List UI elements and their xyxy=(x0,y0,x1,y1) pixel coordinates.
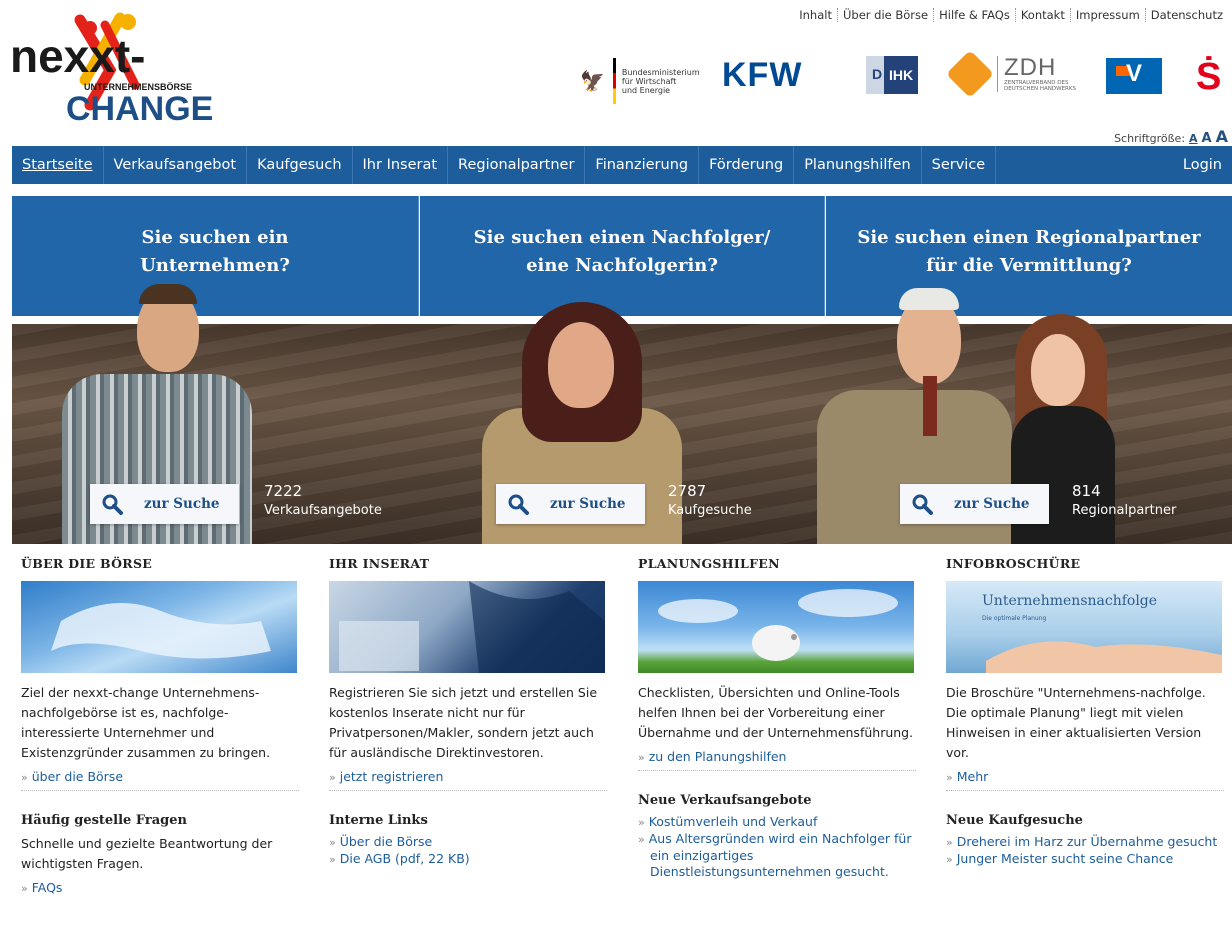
nav-item-planungshilfen[interactable]: Planungshilfen xyxy=(794,146,922,184)
link-junger-meister[interactable]: » Junger Meister sucht seine Chance xyxy=(946,851,1224,868)
sparkasse-logo[interactable]: Ṡ xyxy=(1196,56,1221,99)
link-faqs[interactable]: » FAQs xyxy=(21,880,299,897)
count-regionalpartner: 814 Regionalpartner xyxy=(1072,482,1177,518)
subsection-title: Neue Verkaufsangebote xyxy=(638,793,812,808)
logo-text-change: CHANGE xyxy=(66,90,213,125)
top-link-hilfe-faqs[interactable]: Hilfe & FAQs xyxy=(933,8,1015,22)
subsection-title: Häufig gestelle Fragen xyxy=(21,813,187,828)
link-altersgruende[interactable]: » Aus Altersgründen wird ein Nachfolger … xyxy=(638,831,916,880)
column-infobroschuere: INFOBROSCHÜRE Unternehmensnachfolge Die … xyxy=(946,556,1224,868)
nexxt-change-logo[interactable]: nexxt- UNTERNEHMENSBÖRSE CHANGE xyxy=(10,10,240,128)
logo-text-nexxt: nexxt- xyxy=(10,30,145,82)
count-kaufgesuche: 2787 Kaufgesuche xyxy=(668,482,752,518)
font-size-label: Schriftgröße: xyxy=(1114,132,1186,145)
eagle-icon: 🦅 xyxy=(580,69,605,93)
subsection-title: Neue Kaufgesuche xyxy=(946,813,1083,828)
nav-item-regionalpartner[interactable]: Regionalpartner xyxy=(448,146,586,184)
hero-banner: Sie suchen ein Unternehmen? Sie suchen ei… xyxy=(12,196,1232,544)
subsection-text: Schnelle und gezielte Beantwortung der w… xyxy=(21,836,273,871)
search-icon xyxy=(90,493,134,515)
link-dreherei[interactable]: » Dreherei im Harz zur Übernahme gesucht xyxy=(946,834,1224,851)
more-link-jetzt-registrieren[interactable]: » jetzt registrieren xyxy=(329,769,607,791)
german-flag-icon xyxy=(612,58,616,104)
search-kaufgesuche-button[interactable]: zur Suche xyxy=(496,484,646,524)
nav-item-startseite[interactable]: Startseite xyxy=(12,146,104,184)
font-size-control: Schriftgröße: A A A xyxy=(1114,127,1228,146)
top-link-ueber-die-boerse[interactable]: Über die Börse xyxy=(836,8,933,22)
search-icon xyxy=(496,493,540,515)
link-kostuemverleih[interactable]: » Kostümverleih und Verkauf xyxy=(638,814,916,831)
login-link[interactable]: Login xyxy=(1173,146,1232,184)
bmwi-text: Bundesministerium für Wirtschaft und Ene… xyxy=(621,67,700,95)
nav-item-foerderung[interactable]: Förderung xyxy=(699,146,795,184)
section-text: Checklisten, Übersichten und Online-Tool… xyxy=(638,685,914,740)
nav-item-service[interactable]: Service xyxy=(922,146,997,184)
more-link-mehr[interactable]: » Mehr xyxy=(946,769,1224,791)
more-link-planungshilfen[interactable]: » zu den Planungshilfen xyxy=(638,749,916,771)
link-agb[interactable]: » Die AGB (pdf, 22 KB) xyxy=(329,851,607,868)
dihk-logo[interactable]: D IHK xyxy=(866,56,918,94)
nav-item-kaufgesuch[interactable]: Kaufgesuch xyxy=(247,146,353,184)
subsection-title: Interne Links xyxy=(329,813,428,828)
search-regionalpartner-button[interactable]: zur Suche xyxy=(900,484,1050,524)
more-link-ueber-die-boerse[interactable]: » über die Börse xyxy=(21,769,299,791)
top-link-inhalt[interactable]: Inhalt xyxy=(794,8,837,22)
nav-item-verkaufsangebot[interactable]: Verkaufsangebot xyxy=(104,146,248,184)
section-text: Die Broschüre "Unternehmens-nachfolge. D… xyxy=(946,685,1206,760)
nav-item-ihr-inserat[interactable]: Ihr Inserat xyxy=(353,146,449,184)
count-verkaufsangebote: 7222 Verkaufsangebote xyxy=(264,482,382,518)
section-text: Registrieren Sie sich jetzt und erstelle… xyxy=(329,685,598,760)
font-size-large-button[interactable]: A xyxy=(1216,127,1228,146)
section-text: Ziel der nexxt-change Unternehmens-nachf… xyxy=(21,685,271,760)
search-icon xyxy=(900,493,944,515)
link-ueber-die-boerse[interactable]: » Über die Börse xyxy=(329,834,607,851)
nav-item-finanzierung[interactable]: Finanzierung xyxy=(585,146,700,184)
top-links: Inhalt Über die Börse Hilfe & FAQs Konta… xyxy=(794,8,1228,22)
bmwi-logo[interactable]: 🦅 Bundesministerium für Wirtschaft und E… xyxy=(580,56,700,106)
font-size-medium-button[interactable]: A xyxy=(1202,131,1212,146)
zdh-diamond-icon xyxy=(945,49,995,99)
section-title: IHR INSERAT xyxy=(329,556,430,571)
main-nav: Startseite Verkaufsangebot Kaufgesuch Ih… xyxy=(12,146,1232,184)
piggy-bank-image[interactable] xyxy=(638,581,914,673)
top-link-datenschutz[interactable]: Datenschutz xyxy=(1144,8,1228,22)
section-title: INFOBROSCHÜRE xyxy=(946,556,1081,571)
top-link-kontakt[interactable]: Kontakt xyxy=(1014,8,1070,22)
column-ihr-inserat: IHR INSERAT Registrieren Sie sich jetzt … xyxy=(329,556,607,868)
logo-graphic: nexxt- UNTERNEHMENSBÖRSE CHANGE xyxy=(10,12,213,128)
top-link-impressum[interactable]: Impressum xyxy=(1069,8,1145,22)
section-title: PLANUNGSHILFEN xyxy=(638,556,780,571)
section-title: ÜBER DIE BÖRSE xyxy=(21,556,153,571)
search-verkaufsangebote-button[interactable]: zur Suche xyxy=(90,484,240,524)
column-planungshilfen: PLANUNGSHILFEN Checklisten, Übersichten … xyxy=(638,556,916,880)
column-ueber-die-boerse: ÜBER DIE BÖRSE Ziel der nexxt-change Unt… xyxy=(21,556,299,897)
world-map-image[interactable] xyxy=(21,581,297,673)
volksbank-logo[interactable]: V xyxy=(1106,58,1162,94)
kfw-logo[interactable]: KFW xyxy=(722,56,802,95)
font-size-small-button[interactable]: A xyxy=(1189,132,1198,145)
brochure-image[interactable]: Unternehmensnachfolge Die optimale Planu… xyxy=(946,581,1222,673)
office-desk-image[interactable] xyxy=(329,581,605,673)
zdh-logo[interactable]: ZDH ZENTRALVERBAND DES DEUTSCHEN HANDWER… xyxy=(945,49,1076,99)
